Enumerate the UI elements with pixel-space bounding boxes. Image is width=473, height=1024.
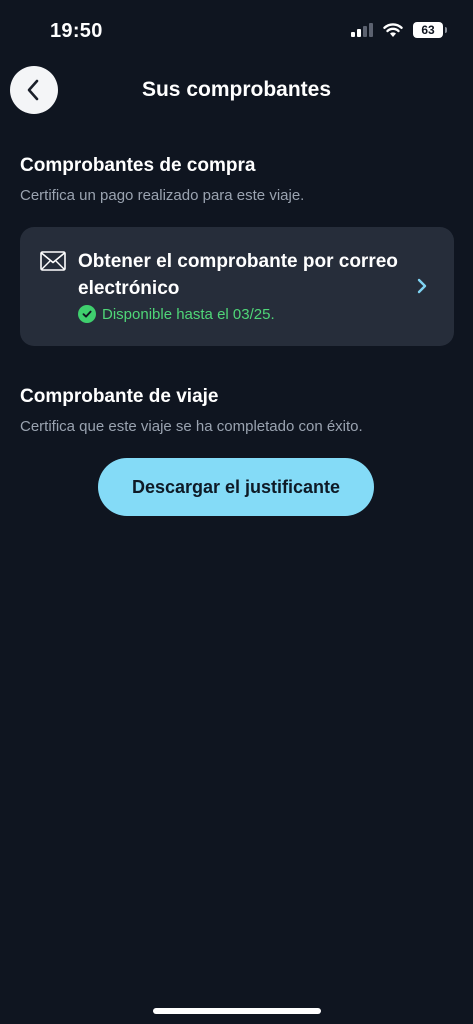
- status-icons: 63: [351, 22, 447, 38]
- signal-icon: [351, 23, 373, 37]
- home-indicator: [153, 1008, 321, 1014]
- card-title: Obtener el comprobante por correo electr…: [78, 251, 398, 299]
- status-time: 19:50: [50, 20, 103, 42]
- header: Sus comprobantes: [0, 66, 473, 116]
- status-bar: 19:50 63: [0, 0, 473, 62]
- page-title: Sus comprobantes: [141, 78, 332, 101]
- download-receipt-button[interactable]: Descargar el justificante: [98, 458, 374, 516]
- purchase-section-subtitle: Certifica un pago realizado para este vi…: [20, 187, 305, 204]
- availability-status: Disponible hasta el 03/25.: [78, 305, 275, 323]
- mail-icon: [40, 251, 66, 271]
- check-circle-icon: [78, 305, 96, 323]
- availability-text: Disponible hasta el 03/25.: [102, 305, 275, 323]
- trip-section-title: Comprobante de viaje: [20, 386, 219, 407]
- battery-icon: 63: [413, 22, 447, 38]
- trip-section-subtitle: Certifica que este viaje se ha completad…: [20, 418, 363, 435]
- purchase-section-title: Comprobantes de compra: [20, 155, 256, 176]
- email-receipt-card[interactable]: Obtener el comprobante por correo electr…: [20, 227, 454, 346]
- wifi-icon: [383, 22, 403, 37]
- chevron-right-icon: [417, 278, 427, 294]
